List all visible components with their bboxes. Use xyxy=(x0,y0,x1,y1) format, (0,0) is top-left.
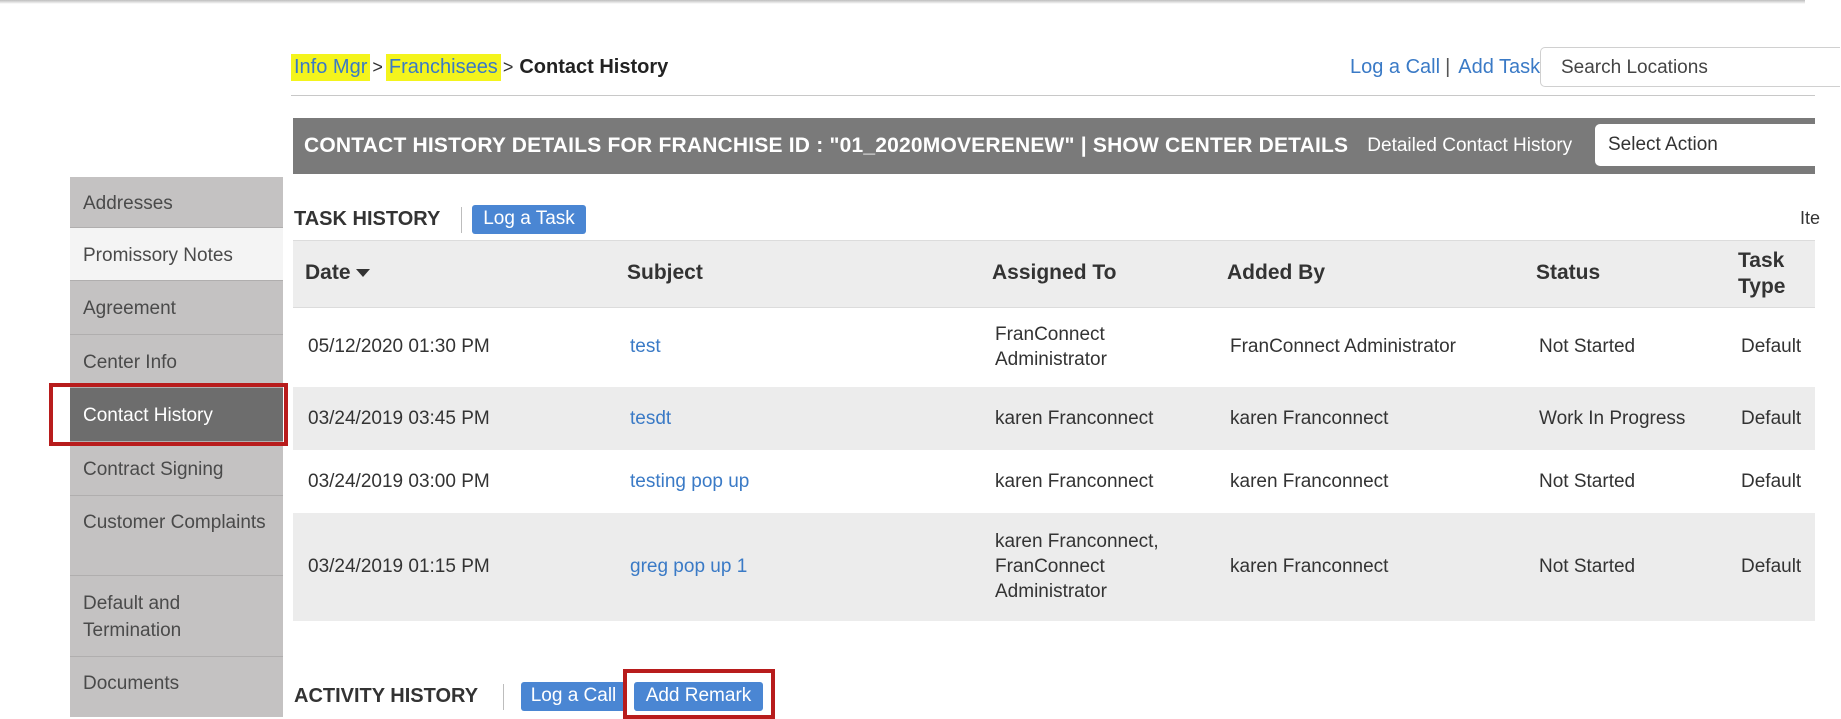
detailed-contact-history-link[interactable]: Detailed Contact History xyxy=(1367,135,1572,157)
activity-history-title: ACTIVITY HISTORY xyxy=(294,685,479,707)
cell-added-by: karen Franconnect xyxy=(1230,556,1389,577)
cell-assigned-to: FranConnect Administrator xyxy=(995,324,1107,370)
column-header-assigned-to[interactable]: Assigned To xyxy=(992,261,1116,285)
breadcrumb-current: Contact History xyxy=(519,55,669,78)
cell-subject-link[interactable]: tesdt xyxy=(630,406,671,431)
column-header-status[interactable]: Status xyxy=(1536,261,1600,285)
top-actions: Log a Call | Add Task xyxy=(1350,52,1540,82)
table-row: 03/24/2019 01:15 PM greg pop up 1 karen … xyxy=(293,513,1815,621)
cell-status: Not Started xyxy=(1539,471,1636,492)
breadcrumb-info-mgr[interactable]: Info Mgr xyxy=(291,53,371,81)
table-row: 03/24/2019 03:45 PM tesdt karen Franconn… xyxy=(293,387,1815,450)
cell-added-by: karen Franconnect xyxy=(1230,408,1389,429)
column-header-added-by[interactable]: Added By xyxy=(1227,261,1325,285)
column-header-date-label: Date xyxy=(305,261,351,284)
contact-history-highlight-box xyxy=(49,383,288,446)
column-header-task-type[interactable]: Task Type xyxy=(1738,248,1798,300)
sidebar-item-center-info[interactable]: Center Info xyxy=(70,335,283,388)
breadcrumb-separator: > xyxy=(502,56,514,77)
items-per-page-label: Ite xyxy=(1800,208,1821,228)
breadcrumb-franchisees[interactable]: Franchisees xyxy=(385,53,501,81)
select-action-dropdown[interactable]: Select Action xyxy=(1595,124,1825,166)
sort-desc-icon xyxy=(355,269,370,278)
sidebar-item-promissory-notes[interactable]: Promissory Notes xyxy=(70,228,283,281)
cell-task-type: Default xyxy=(1741,408,1802,429)
add-remark-highlight-box xyxy=(623,669,775,719)
breadcrumb-separator: > xyxy=(372,56,383,77)
section-divider xyxy=(461,207,462,233)
cell-subject-link[interactable]: test xyxy=(630,334,661,359)
breadcrumb: Info Mgr > Franchisees > Contact History xyxy=(291,52,668,82)
task-history-title: TASK HISTORY xyxy=(294,208,441,230)
search-locations-input[interactable]: Search Locations xyxy=(1540,47,1840,87)
log-call-link[interactable]: Log a Call xyxy=(1350,56,1440,79)
cell-assigned-to: karen Franconnect, FranConnect Administr… xyxy=(995,531,1159,602)
cell-date: 05/12/2020 01:30 PM xyxy=(308,336,490,357)
table-row: 03/24/2019 03:00 PM testing pop up karen… xyxy=(293,450,1815,513)
cell-date: 03/24/2019 03:00 PM xyxy=(308,471,490,492)
contact-history-title-bar: CONTACT HISTORY DETAILS FOR FRANCHISE ID… xyxy=(293,118,1825,174)
cell-task-type: Default xyxy=(1741,556,1802,577)
cell-task-type: Default xyxy=(1741,336,1802,357)
table-row: 05/12/2020 01:30 PM test FranConnect Adm… xyxy=(293,307,1815,387)
page-title[interactable]: CONTACT HISTORY DETAILS FOR FRANCHISE ID… xyxy=(304,134,1348,158)
log-a-task-button[interactable]: Log a Task xyxy=(472,205,586,234)
sidebar-item-default-and-termination[interactable]: Default and Termination xyxy=(70,576,283,657)
sidebar-item-addresses[interactable]: Addresses xyxy=(70,177,283,228)
log-a-call-button[interactable]: Log a Call xyxy=(521,682,626,711)
column-header-subject[interactable]: Subject xyxy=(627,261,703,285)
cell-added-by: karen Franconnect xyxy=(1230,471,1389,492)
cell-subject-link[interactable]: greg pop up 1 xyxy=(630,554,747,579)
cell-assigned-to: karen Franconnect xyxy=(995,471,1154,492)
sidebar: Addresses Promissory Notes Agreement Cen… xyxy=(70,177,283,717)
top-shadow xyxy=(0,0,1805,4)
cell-status: Work In Progress xyxy=(1539,408,1686,429)
column-header-date[interactable]: Date xyxy=(305,261,370,285)
add-task-link[interactable]: Add Task xyxy=(1458,56,1540,79)
sidebar-item-agreement[interactable]: Agreement xyxy=(70,281,283,335)
sidebar-item-documents[interactable]: Documents xyxy=(70,657,283,717)
cell-date: 03/24/2019 01:15 PM xyxy=(308,556,490,577)
cell-status: Not Started xyxy=(1539,336,1636,357)
cell-added-by: FranConnect Administrator xyxy=(1230,336,1456,357)
section-divider xyxy=(503,684,504,710)
sidebar-item-contract-signing[interactable]: Contract Signing xyxy=(70,442,283,496)
cell-assigned-to: karen Franconnect xyxy=(995,408,1154,429)
cell-subject-link[interactable]: testing pop up xyxy=(630,469,749,494)
cell-status: Not Started xyxy=(1539,556,1636,577)
task-table-header: Date Subject Assigned To Added By Status… xyxy=(293,240,1815,308)
header-divider xyxy=(291,95,1815,96)
cell-task-type: Default xyxy=(1741,471,1802,492)
action-divider: | xyxy=(1445,55,1451,78)
sidebar-item-customer-complaints[interactable]: Customer Complaints xyxy=(70,496,283,576)
cell-date: 03/24/2019 03:45 PM xyxy=(308,408,490,429)
